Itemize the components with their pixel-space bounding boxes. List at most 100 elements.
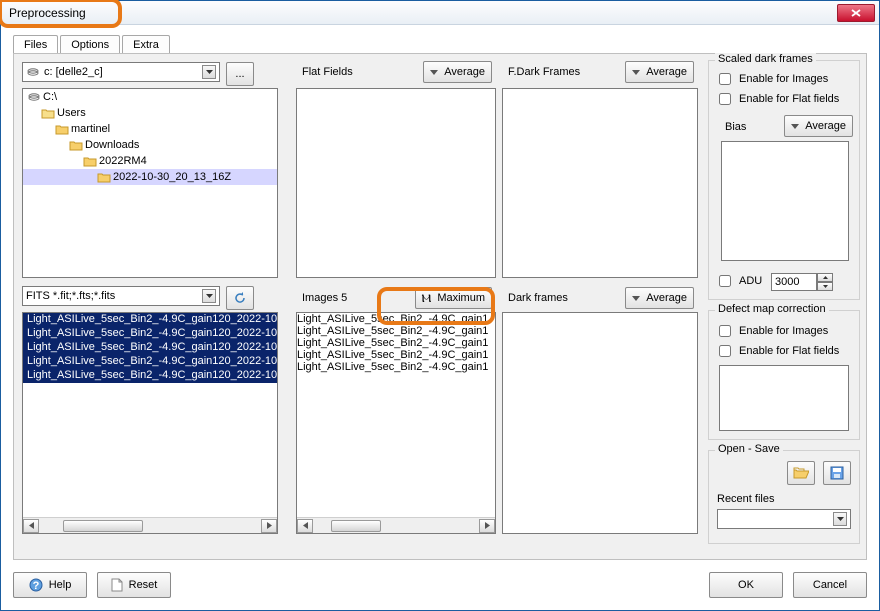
tab-files[interactable]: Files [13, 35, 58, 54]
bias-mode-text: Average [805, 120, 846, 132]
ok-button[interactable]: OK [709, 572, 783, 598]
tree-node[interactable]: C:\ [23, 89, 277, 105]
file-list[interactable]: Light_ASILive_5sec_Bin2_-4.9C_gain120_20… [22, 312, 278, 534]
cancel-label: Cancel [813, 579, 847, 591]
tree-node[interactable]: martinel [23, 121, 277, 137]
defect-enable-flats-chk[interactable]: Enable for Flat fields [715, 343, 839, 359]
flat-fields-list[interactable] [296, 88, 496, 278]
folder-icon [55, 123, 69, 135]
folder-icon [69, 139, 83, 151]
reset-label: Reset [129, 579, 158, 591]
chevron-down-icon [632, 70, 640, 75]
dark-frames-mode-text: Average [646, 292, 687, 304]
list-item[interactable]: Light_ASILive_5sec_Bin2_-4.9C_gain120_20… [23, 341, 277, 355]
enable-images-checkbox[interactable] [719, 73, 731, 85]
help-label: Help [49, 579, 72, 591]
adu-input[interactable] [771, 273, 817, 291]
list-item[interactable]: Light_ASILive_5sec_Bin2_-4.9C_gain1 [297, 325, 495, 337]
sigma-icon: Ⲙ [422, 291, 432, 306]
chevron-down-icon [632, 296, 640, 301]
drive-combo[interactable]: c: [delle2_c] [22, 62, 220, 82]
folder-tree[interactable]: C:\Users martinel Downloads 2022RM4 2022-10-… [22, 88, 278, 278]
save-button[interactable] [823, 461, 851, 485]
defect-map-group: Defect map correction Enable for Images … [708, 310, 860, 440]
drive-icon [26, 66, 40, 78]
tab-extra[interactable]: Extra [122, 35, 170, 53]
h-scroll-thumb[interactable] [63, 520, 143, 532]
tree-node-label: C:\ [43, 91, 57, 103]
tree-node[interactable]: Users [23, 105, 277, 121]
enable-flats-checkbox[interactable] [719, 93, 731, 105]
close-button[interactable] [837, 4, 875, 22]
list-item[interactable]: Light_ASILive_5sec_Bin2_-4.9C_gain120_20… [23, 327, 277, 341]
fdark-mode-text: Average [646, 66, 687, 78]
folder-icon [27, 91, 41, 103]
browse-button[interactable]: ... [226, 62, 254, 86]
list-item[interactable]: Light_ASILive_5sec_Bin2_-4.9C_gain120_20… [23, 313, 277, 327]
folder-open-icon [793, 466, 809, 480]
list-item[interactable]: Light_ASILive_5sec_Bin2_-4.9C_gain1 [297, 349, 495, 361]
flat-fields-label: Flat Fields [302, 66, 353, 78]
open-button[interactable] [787, 461, 815, 485]
list-item[interactable]: Light_ASILive_5sec_Bin2_-4.9C_gain120_20… [23, 355, 277, 369]
enable-flats-label: Enable for Flat fields [739, 93, 839, 105]
folder-icon [41, 107, 55, 119]
defect-enable-images-chk[interactable]: Enable for Images [715, 323, 828, 339]
images-list[interactable]: Light_ASILive_5sec_Bin2_-4.9C_gain1Light… [296, 312, 496, 534]
defect-map-list[interactable] [719, 365, 849, 431]
help-button[interactable]: ? Help [13, 572, 87, 598]
refresh-button[interactable] [226, 286, 254, 310]
list-item[interactable]: Light_ASILive_5sec_Bin2_-4.9C_gain1 [297, 337, 495, 349]
scaled-dark-legend: Scaled dark frames [715, 53, 816, 65]
list-item[interactable]: Light_ASILive_5sec_Bin2_-4.9C_gain120_20… [23, 369, 277, 383]
dark-frames-mode[interactable]: Average [625, 287, 694, 309]
defect-enable-images-checkbox[interactable] [719, 325, 731, 337]
adu-checkbox[interactable] [719, 275, 731, 287]
spin-down-button[interactable] [817, 282, 833, 291]
scroll-right-button[interactable] [479, 519, 495, 533]
list-item[interactable]: Light_ASILive_5sec_Bin2_-4.9C_gain1 [297, 361, 495, 373]
svg-text:?: ? [32, 580, 39, 592]
scroll-left-button[interactable] [297, 519, 313, 533]
images-mode[interactable]: Ⲙ Maximum [415, 287, 493, 309]
spin-up-button[interactable] [817, 273, 833, 282]
file-filter-text: FITS *.fit;*.fts;*.fits [26, 290, 115, 302]
images-mode-text: Maximum [437, 292, 485, 304]
chevron-down-icon [791, 124, 799, 129]
fdark-mode[interactable]: Average [625, 61, 694, 83]
folder-icon [97, 171, 111, 183]
tree-node-label: 2022-10-30_20_13_16Z [113, 171, 231, 183]
adu-label: ADU [739, 275, 762, 287]
chevron-down-icon [833, 512, 847, 526]
enable-images-chk[interactable]: Enable for Images [715, 71, 828, 87]
dark-frames-list[interactable] [502, 312, 698, 534]
flat-fields-mode[interactable]: Average [423, 61, 492, 83]
dark-frames-label: Dark frames [508, 292, 568, 304]
tree-node[interactable]: 2022RM4 [23, 153, 277, 169]
tree-node[interactable]: 2022-10-30_20_13_16Z [23, 169, 277, 185]
recent-files-label: Recent files [717, 493, 774, 505]
scroll-left-button[interactable] [23, 519, 39, 533]
defect-enable-flats-checkbox[interactable] [719, 345, 731, 357]
scroll-right-button[interactable] [261, 519, 277, 533]
open-save-legend: Open - Save [715, 443, 783, 455]
file-filter-combo[interactable]: FITS *.fit;*.fts;*.fits [22, 286, 220, 306]
flat-fields-mode-text: Average [444, 66, 485, 78]
reset-button[interactable]: Reset [97, 572, 171, 598]
cancel-button[interactable]: Cancel [793, 572, 867, 598]
adu-spinner[interactable] [771, 273, 833, 291]
h-scroll-thumb[interactable] [331, 520, 381, 532]
chevron-down-icon [202, 289, 216, 303]
tree-node-label: Downloads [85, 139, 139, 151]
fdark-list[interactable] [502, 88, 698, 278]
drive-combo-text: c: [delle2_c] [44, 66, 103, 78]
list-item[interactable]: Light_ASILive_5sec_Bin2_-4.9C_gain1 [297, 313, 495, 325]
folder-icon [83, 155, 97, 167]
tree-node-label: Users [57, 107, 86, 119]
tree-node[interactable]: Downloads [23, 137, 277, 153]
tab-options[interactable]: Options [60, 35, 120, 53]
bias-list[interactable] [721, 141, 849, 261]
enable-flats-chk[interactable]: Enable for Flat fields [715, 91, 839, 107]
recent-files-combo[interactable] [717, 509, 851, 529]
bias-mode[interactable]: Average [784, 115, 853, 137]
